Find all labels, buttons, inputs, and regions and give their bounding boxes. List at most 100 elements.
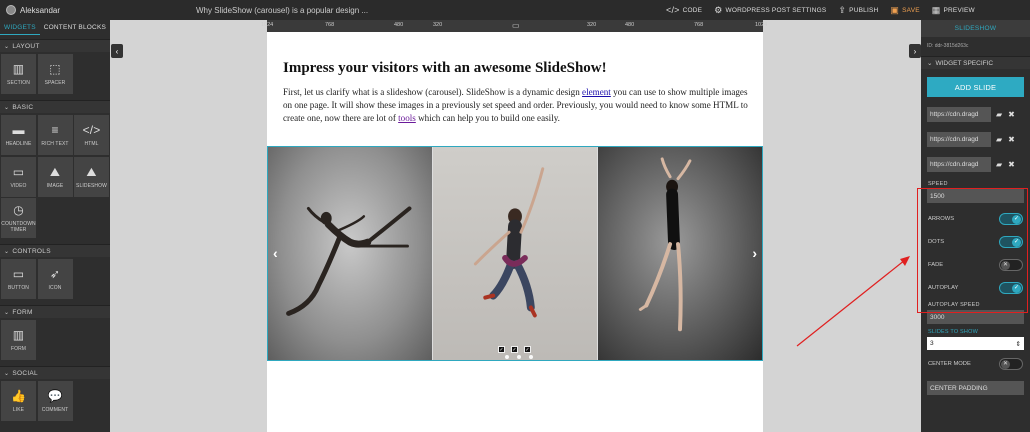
slider-dot[interactable]	[517, 355, 521, 359]
slideshow-widget[interactable]: ‹ ✓ ✓ ✓ ›	[267, 146, 763, 361]
delete-icon[interactable]: ✖	[1008, 160, 1015, 169]
speed-label: SPEED	[928, 181, 948, 187]
folder-icon[interactable]: ▰	[996, 160, 1002, 169]
widget-rich-text[interactable]: ≡ RICH TEXT	[37, 115, 73, 155]
page-title[interactable]: Why SlideShow (carousel) is a popular de…	[196, 6, 666, 15]
check-icon[interactable]: ✓	[511, 346, 518, 353]
check-icon[interactable]: ✓	[498, 346, 505, 353]
widget-label: SPACER	[44, 80, 66, 86]
slide-url-input[interactable]: https://cdn.dragd	[927, 132, 991, 147]
video-icon: ▭	[12, 164, 25, 179]
center-mode-toggle-row: CENTER MODE	[921, 352, 1030, 375]
ruler-label: 320	[587, 22, 597, 28]
widget-image[interactable]: ⛰ IMAGE	[37, 156, 73, 197]
code-button[interactable]: </> CODE	[666, 5, 702, 15]
chevron-down-icon: ⌄	[4, 248, 10, 255]
code-icon: </>	[666, 5, 680, 15]
center-mode-toggle[interactable]	[999, 357, 1023, 370]
folder-icon[interactable]: ▰	[996, 135, 1002, 144]
section-controls-header[interactable]: ⌄ CONTROLS	[0, 244, 110, 257]
tab-content-blocks[interactable]: CONTENT BLOCKS	[40, 20, 110, 35]
spacer-icon: ⬚	[49, 62, 61, 76]
widget-label: VIDEO	[10, 182, 27, 189]
desktop-icon[interactable]: ▭	[512, 21, 520, 30]
code-label: CODE	[682, 6, 703, 14]
widget-label: COUNTDOWN TIMER	[1, 221, 36, 233]
slides-to-show-select[interactable]: 3 ⇕	[927, 337, 1024, 350]
ruler-label: 1024	[755, 22, 768, 28]
add-slide-button[interactable]: ADD SLIDE	[927, 77, 1024, 97]
section-layout-header[interactable]: ⌄ LAYOUT	[0, 39, 110, 52]
tab-widgets[interactable]: WIDGETS	[0, 20, 40, 35]
delete-icon[interactable]: ✖	[1008, 110, 1015, 119]
preview-button[interactable]: ▦ PREVIEW	[932, 5, 975, 16]
highlight-box	[917, 188, 1028, 313]
element-link[interactable]: element	[582, 87, 611, 97]
chevron-down-icon: ⌄	[4, 104, 10, 111]
center-padding-input[interactable]: CENTER PADDING	[927, 381, 1024, 395]
section-form-header[interactable]: ⌄ FORM	[0, 305, 110, 318]
slider-dot[interactable]	[529, 355, 533, 359]
widget-label: IMAGE	[46, 182, 64, 189]
article-heading[interactable]: Impress your visitors with an awesome Sl…	[283, 60, 607, 77]
stepper-icon: ⇕	[1015, 340, 1021, 348]
widget-specific-header[interactable]: ⌄ WIDGET SPECIFIC	[921, 56, 1030, 69]
responsive-ruler[interactable]: 1024 768 480 320 ▭ 320 480 768 1024	[261, 20, 767, 32]
image-icon: ⛰	[49, 164, 61, 179]
widget-comment[interactable]: 💬 COMMENT	[37, 381, 73, 421]
chevron-right-icon: ›	[913, 46, 917, 56]
headline-icon: ▬	[12, 123, 25, 137]
widget-spacer[interactable]: ⬚ SPACER	[37, 54, 73, 94]
slider-next-arrow[interactable]: ›	[752, 245, 757, 261]
widget-button[interactable]: ▭ BUTTON	[1, 259, 36, 299]
toggle-label: CENTER MODE	[928, 360, 971, 367]
widget-section[interactable]: ▥ SECTION	[1, 54, 36, 94]
check-icon[interactable]: ✓	[524, 346, 531, 353]
save-icon: ▣	[890, 4, 900, 15]
rich-text-icon: ≡	[51, 123, 59, 137]
section-basic-header[interactable]: ⌄ BASIC	[0, 100, 110, 113]
widget-headline[interactable]: ▬ HEADLINE	[1, 115, 36, 155]
widget-label: COMMENT	[41, 407, 69, 413]
form-icon: ▥	[12, 328, 25, 342]
comment-icon: 💬	[47, 389, 63, 403]
article-paragraph[interactable]: First, let us clarify what is a slidesho…	[283, 86, 751, 125]
page-canvas[interactable]: Impress your visitors with an awesome Sl…	[267, 32, 763, 432]
widget-label: RICH TEXT	[41, 141, 69, 147]
user-menu[interactable]: Aleksandar	[0, 5, 196, 15]
button-icon: ▭	[12, 267, 25, 281]
slide-url-input[interactable]: https://cdn.dragd	[927, 157, 991, 172]
widgets-panel: WIDGETS CONTENT BLOCKS ⌄ LAYOUT ▥ SECTION …	[0, 20, 110, 432]
widget-slideshow[interactable]: ⛰ SLIDESHOW	[74, 156, 109, 197]
slider-prev-arrow[interactable]: ‹	[273, 245, 278, 261]
slide-url-input[interactable]: https://cdn.dragd	[927, 107, 991, 122]
widget-label: LIKE	[12, 407, 25, 413]
publish-button[interactable]: ⇪ PUBLISH	[838, 5, 878, 16]
widget-video[interactable]: ▭ VIDEO	[1, 156, 36, 197]
preview-icon: ▦	[931, 4, 941, 15]
widget-like[interactable]: 👍 LIKE	[1, 381, 36, 421]
slider-dot[interactable]	[505, 355, 509, 359]
save-button[interactable]: ▣ SAVE	[890, 5, 919, 16]
widget-form[interactable]: ▥ FORM	[1, 320, 36, 360]
collapse-right-panel-button[interactable]: ›	[909, 44, 921, 58]
widget-icon[interactable]: ➶ ICON	[37, 259, 73, 299]
slides-to-show-label: SLIDES TO SHOW	[928, 329, 978, 335]
widget-countdown-timer[interactable]: ◷ COUNTDOWN TIMER	[1, 198, 36, 238]
section-icon: ▥	[12, 62, 25, 76]
ruler-label: 1024	[261, 22, 274, 28]
section-social-header[interactable]: ⌄ SOCIAL	[0, 366, 110, 379]
widget-label: SECTION	[7, 80, 30, 86]
tools-link[interactable]: tools	[398, 113, 416, 123]
section-title: CONTROLS	[12, 247, 51, 255]
delete-icon[interactable]: ✖	[1008, 135, 1015, 144]
widget-label: HTML	[84, 141, 99, 147]
chevron-left-icon: ‹	[115, 46, 119, 56]
folder-icon[interactable]: ▰	[996, 110, 1002, 119]
timer-icon: ◷	[13, 203, 24, 217]
widget-html[interactable]: </> HTML	[74, 115, 109, 155]
collapse-left-panel-button[interactable]: ‹	[111, 44, 123, 58]
wordpress-post-settings-button[interactable]: ⚙ WORDPRESS POST SETTINGS	[714, 5, 826, 16]
ruler-label: 480	[394, 22, 404, 28]
gear-icon: ⚙	[714, 4, 723, 15]
